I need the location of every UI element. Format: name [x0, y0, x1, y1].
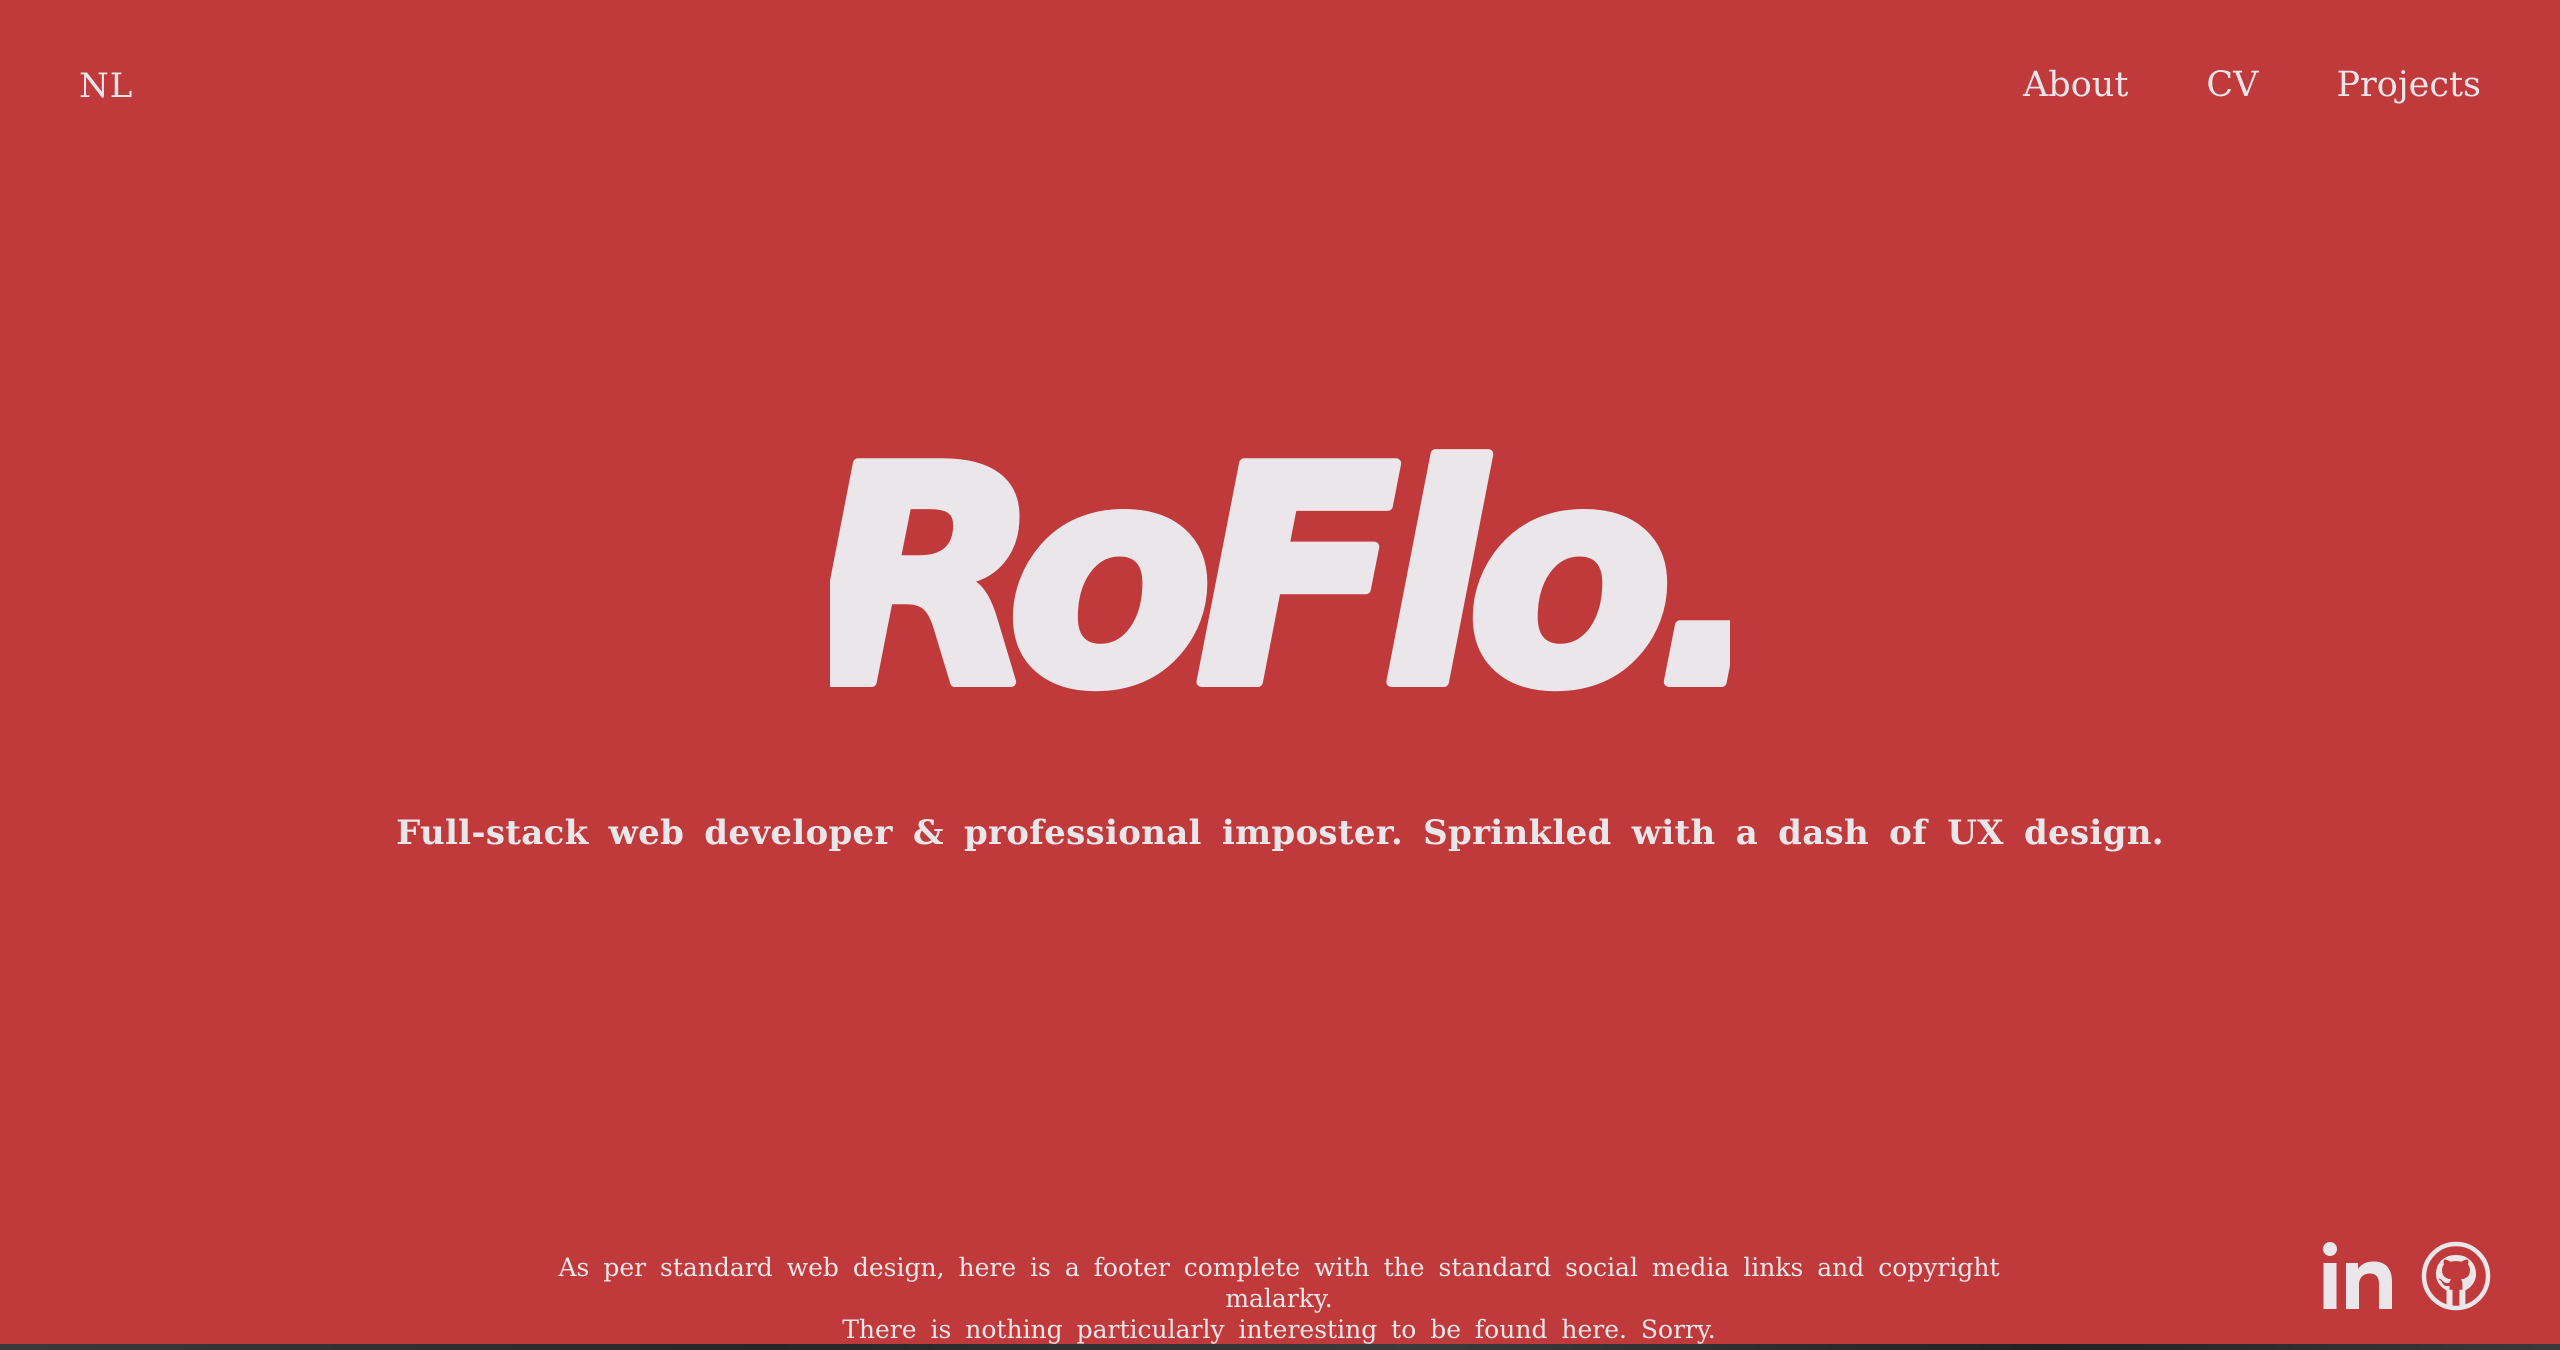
hero-logo-text: RoFlo. — [830, 404, 1730, 720]
page: NL About CV Projects RoFlo. Full-stack w… — [0, 0, 2560, 1344]
hero: RoFlo. — [0, 400, 2560, 720]
nav-about-link[interactable]: About — [2023, 60, 2128, 110]
github-link[interactable] — [2420, 1240, 2492, 1316]
main-nav: About CV Projects — [2023, 60, 2481, 110]
footer-line-2: There is nothing particularly interestin… — [842, 1315, 1716, 1344]
nav-projects-link[interactable]: Projects — [2336, 60, 2481, 110]
linkedin-link[interactable] — [2322, 1241, 2394, 1315]
background-image-strip — [0, 1344, 2560, 1350]
social-links — [2322, 1240, 2492, 1316]
github-icon — [2421, 1241, 2491, 1311]
brand-link[interactable]: NL — [79, 62, 133, 110]
nav-cv-link[interactable]: CV — [2206, 60, 2258, 110]
hero-tagline: Full-stack web developer & professional … — [396, 813, 2164, 853]
linkedin-icon — [2323, 1242, 2392, 1309]
hero-logo: RoFlo. — [830, 400, 1730, 720]
footer-line-1: As per standard web design, here is a fo… — [558, 1253, 2000, 1313]
footer-text: As per standard web design, here is a fo… — [545, 1252, 2013, 1344]
